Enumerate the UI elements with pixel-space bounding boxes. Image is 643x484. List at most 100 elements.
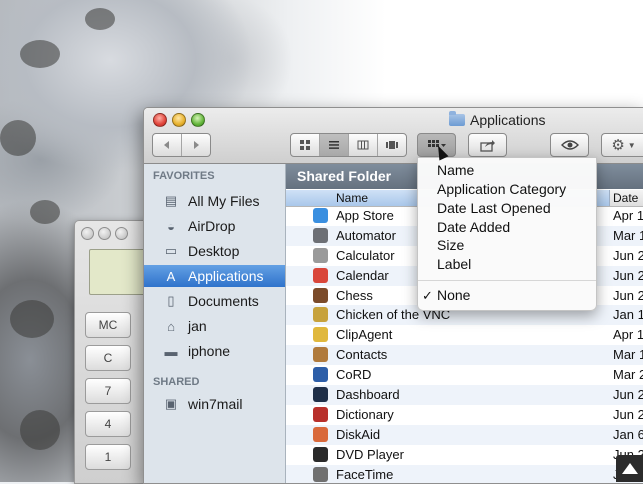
folder-icon	[449, 111, 465, 126]
sidebar-item-all-my-files[interactable]: ▤ All My Files	[144, 190, 285, 212]
row-date: Jun 2	[613, 287, 643, 303]
calculator-minimize-button[interactable]	[98, 227, 111, 240]
app-icon	[313, 307, 328, 323]
table-row[interactable]: CoRD Mar 2	[286, 365, 643, 385]
row-name: Dictionary	[336, 406, 394, 422]
back-button[interactable]	[153, 134, 181, 156]
corner-arrow-icon[interactable]	[616, 455, 643, 482]
sidebar: FAVORITES ▤ All My Files ◒ AirDrop ▭ Des…	[144, 164, 286, 483]
sidebar-item-iphone[interactable]: ▬ iphone	[144, 340, 285, 362]
chevron-down-icon: ▼	[627, 140, 636, 150]
wallpaper-spot	[85, 8, 115, 30]
forward-button[interactable]	[181, 134, 210, 156]
table-row[interactable]: DVD PlayerJun 2	[286, 445, 643, 465]
sidebar-item-jan[interactable]: ⌂ jan	[144, 315, 285, 337]
table-row[interactable]: DiskAid Jan 6	[286, 424, 643, 445]
icon-view-button[interactable]	[291, 134, 319, 156]
menu-item-label: Name	[437, 162, 475, 178]
sidebar-item-applications[interactable]: A Applications	[144, 265, 285, 287]
view-mode-control	[290, 133, 407, 157]
menu-item-label: Size	[437, 237, 465, 253]
menu-item-label-option[interactable]: Label	[418, 255, 596, 274]
calculator-key-4[interactable]: 4	[85, 411, 131, 437]
calculator-key-c[interactable]: C	[85, 345, 131, 371]
app-icon	[313, 227, 328, 243]
checkmark-icon: ✓	[422, 288, 433, 303]
desktop-icon: ▭	[164, 243, 178, 258]
column-view-button[interactable]	[348, 134, 377, 156]
chevron-right-icon	[194, 141, 199, 149]
sidebar-item-documents[interactable]: ▯ Documents	[144, 290, 285, 312]
table-row[interactable]: Dictionary Jun 2	[286, 405, 643, 425]
sidebar-item-label: Documents	[188, 293, 259, 309]
app-icon	[313, 287, 328, 303]
table-row[interactable]: ClipAgent Apr 1	[286, 325, 643, 345]
close-button[interactable]	[153, 113, 167, 127]
row-name: App Store	[336, 208, 394, 223]
wallpaper-spot	[30, 200, 60, 224]
menu-item-name[interactable]: Name	[418, 161, 596, 180]
home-icon: ⌂	[167, 318, 175, 334]
list-view-icon	[329, 141, 339, 149]
wallpaper-spot	[10, 300, 54, 338]
sidebar-item-label: iphone	[188, 343, 231, 359]
sidebar-item-label: Applications	[188, 268, 264, 284]
sidebar-item-label: jan	[188, 318, 207, 334]
icon-view-icon	[300, 140, 310, 150]
row-name: DVD Player	[336, 446, 404, 462]
menu-item-label: None	[437, 287, 471, 303]
app-icon	[313, 208, 328, 223]
back-forward-control	[152, 133, 211, 157]
row-date: Jun 2	[613, 387, 643, 403]
minimize-button[interactable]	[172, 113, 186, 127]
zoom-button[interactable]	[191, 113, 205, 127]
sidebar-item-win7mail[interactable]: ▣ win7mail	[144, 393, 285, 415]
all-files-icon: ▤	[164, 193, 178, 208]
sidebar-heading-shared: SHARED	[153, 376, 200, 388]
finder-toolbar: Applications ⚙ ▼	[144, 108, 643, 164]
row-date: Jan 6	[613, 426, 643, 442]
table-row[interactable]: FaceTimeJun 2	[286, 464, 643, 483]
calculator-zoom-button[interactable]	[115, 227, 128, 240]
wallpaper-spot	[20, 40, 60, 68]
quick-look-button[interactable]	[550, 133, 589, 157]
share-button[interactable]	[468, 133, 507, 157]
wallpaper-spot	[0, 120, 36, 156]
menu-item-label: Date Last Opened	[437, 200, 551, 216]
list-view-button[interactable]	[319, 134, 348, 156]
row-name: CoRD	[336, 367, 372, 383]
row-name: Contacts	[336, 347, 388, 363]
app-icon	[313, 367, 328, 383]
menu-item-date-added[interactable]: Date Added	[418, 218, 596, 237]
app-icon	[313, 247, 328, 263]
row-name: Calculator	[336, 247, 395, 263]
menu-item-date-last-opened[interactable]: Date Last Opened	[418, 199, 596, 218]
row-name: ClipAgent	[336, 327, 393, 343]
calculator-key-7[interactable]: 7	[85, 378, 131, 404]
row-name: DiskAid	[336, 426, 381, 442]
sidebar-item-airdrop[interactable]: ◒ AirDrop	[144, 215, 285, 237]
table-row[interactable]: Dashboard Jun 2	[286, 385, 643, 405]
app-icon	[313, 426, 328, 442]
sidebar-item-desktop[interactable]: ▭ Desktop	[144, 240, 285, 262]
menu-item-size[interactable]: Size	[418, 236, 596, 255]
share-icon	[479, 139, 495, 152]
computer-icon: ▣	[164, 396, 178, 411]
menu-item-application-category[interactable]: Application Category	[418, 180, 596, 199]
calculator-key-mc[interactable]: MC	[85, 312, 131, 338]
chevron-left-icon	[164, 141, 169, 149]
cover-flow-view-button[interactable]	[377, 134, 406, 156]
menu-item-none[interactable]: ✓ None	[418, 286, 596, 305]
row-date: Jan 1	[613, 307, 643, 323]
app-icon	[313, 347, 328, 363]
column-header-date[interactable]: Date	[613, 191, 638, 205]
table-row[interactable]: Contacts Mar 1	[286, 345, 643, 366]
sidebar-item-label: All My Files	[188, 193, 260, 209]
action-button[interactable]: ⚙ ▼	[601, 133, 643, 157]
documents-icon: ▯	[167, 293, 175, 308]
applications-icon: A	[166, 268, 176, 284]
sidebar-item-label: win7mail	[188, 396, 243, 412]
calculator-key-1[interactable]: 1	[85, 444, 131, 470]
calculator-close-button[interactable]	[81, 227, 94, 240]
menu-item-label: Label	[437, 256, 472, 272]
